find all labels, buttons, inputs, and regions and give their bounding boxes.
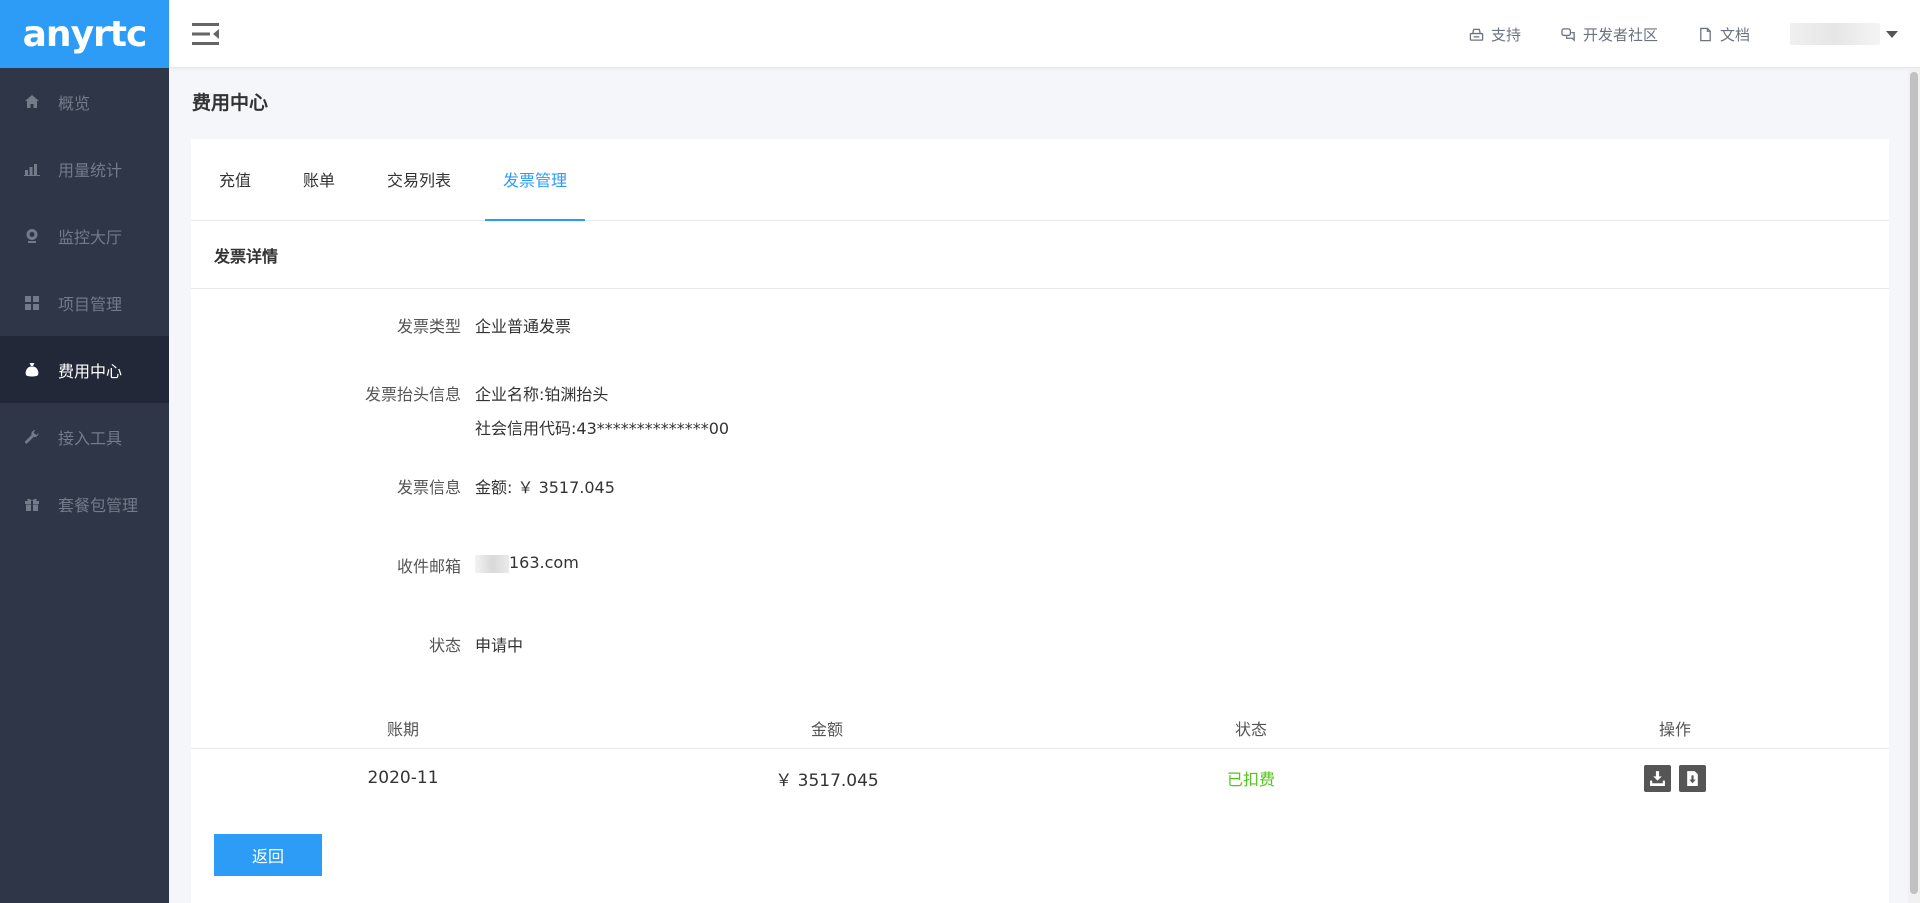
column-header-period: 账期 — [386, 720, 419, 739]
invoice-bills-table: 账期 金额 状态 操作 2020-11 ￥ 3517.045 已扣费 — [191, 708, 1889, 807]
gift-icon — [24, 496, 40, 512]
menu-toggle-icon[interactable] — [191, 20, 221, 48]
column-header-amount: 金额 — [810, 720, 843, 739]
table-row: 2020-11 ￥ 3517.045 已扣费 — [191, 749, 1889, 807]
logo-text: anyrtc — [22, 13, 148, 55]
download-icon — [1650, 770, 1665, 786]
bar-chart-icon — [24, 161, 40, 177]
header-link-label: 开发者社区 — [1582, 25, 1658, 44]
sidebar-nav: 概览 用量统计 监控大厅 项目管理 费用中心 接入工具 套餐包管理 — [0, 68, 169, 537]
file-download-icon — [1687, 770, 1698, 786]
money-bag-icon — [24, 362, 40, 378]
invoice-info-label: 发票信息 — [396, 478, 461, 497]
cell-status: 已扣费 — [1226, 770, 1275, 789]
tab-recharge[interactable]: 充值 — [201, 138, 269, 220]
email-domain: 163.com — [509, 553, 579, 572]
column-header-actions: 操作 — [1658, 720, 1691, 739]
page-title: 费用中心 — [192, 92, 269, 114]
invoice-type-value: 企业普通发票 — [475, 317, 572, 336]
sidebar-item-label: 监控大厅 — [58, 227, 123, 247]
header-link-support[interactable]: 支持 — [1469, 24, 1521, 45]
sidebar-item-monitor[interactable]: 监控大厅 — [0, 202, 169, 269]
invoice-amount-value: 金额: ￥ 3517.045 — [475, 478, 615, 497]
grid-icon — [24, 295, 40, 311]
sidebar-item-label: 项目管理 — [58, 294, 123, 314]
header-links: 支持 开发者社区 文档 — [1469, 0, 1898, 68]
user-account-name[interactable] — [1790, 23, 1880, 45]
home-icon — [24, 94, 40, 110]
back-button[interactable]: 返回 — [214, 834, 322, 876]
tab-transactions[interactable]: 交易列表 — [369, 138, 469, 220]
header-link-label: 文档 — [1719, 25, 1750, 44]
wrench-icon — [24, 429, 40, 445]
invoice-status-value: 申请中 — [475, 636, 524, 655]
download-button[interactable] — [1644, 764, 1671, 792]
sidebar-item-projects[interactable]: 项目管理 — [0, 269, 169, 336]
sidebar-item-overview[interactable]: 概览 — [0, 68, 169, 135]
invoice-section-title: 发票详情 — [191, 221, 1889, 289]
brand-logo[interactable]: anyrtc — [0, 0, 169, 68]
sidebar-item-label: 套餐包管理 — [58, 495, 139, 515]
table-header: 账期 金额 状态 操作 — [191, 708, 1889, 749]
cell-actions — [1463, 764, 1887, 792]
tab-bills[interactable]: 账单 — [285, 138, 353, 220]
sidebar: anyrtc 概览 用量统计 监控大厅 项目管理 费用中心 接入工具 套餐包管理 — [0, 0, 169, 903]
webcam-icon — [24, 228, 40, 244]
content-card: 充值 账单 交易列表 发票管理 发票详情 发票类型 企业普通发票 发票抬头信息 … — [191, 139, 1889, 903]
column-header-status: 状态 — [1234, 720, 1267, 739]
credit-code-value: 社会信用代码:43**************00 — [475, 419, 730, 438]
sidebar-item-packages[interactable]: 套餐包管理 — [0, 470, 169, 537]
tab-invoices[interactable]: 发票管理 — [485, 138, 586, 221]
company-name-value: 企业名称:铂渊抬头 — [475, 385, 609, 404]
invoice-header-label: 发票抬头信息 — [364, 385, 461, 404]
cell-amount: ￥ 3517.045 — [775, 770, 879, 791]
invoice-details: 发票类型 企业普通发票 发票抬头信息 企业名称:铂渊抬头 社会信用代码:43**… — [191, 289, 1889, 699]
sidebar-item-tools[interactable]: 接入工具 — [0, 403, 169, 470]
top-header: 支持 开发者社区 文档 — [169, 0, 1920, 68]
billing-tabs: 充值 账单 交易列表 发票管理 — [191, 139, 1889, 221]
sidebar-item-billing[interactable]: 费用中心 — [0, 336, 169, 403]
header-link-community[interactable]: 开发者社区 — [1561, 24, 1658, 45]
invoice-email-label: 收件邮箱 — [396, 557, 461, 576]
document-icon — [1700, 27, 1711, 41]
page-scrollbar[interactable] — [1908, 68, 1920, 903]
chevron-down-icon[interactable] — [1886, 30, 1898, 38]
download-file-button[interactable] — [1679, 764, 1706, 792]
chat-icon — [1561, 27, 1575, 42]
invoice-type-label: 发票类型 — [396, 317, 461, 336]
support-icon — [1469, 28, 1484, 41]
cell-period: 2020-11 — [367, 768, 439, 788]
sidebar-item-label: 用量统计 — [58, 160, 123, 180]
scrollbar-thumb[interactable] — [1910, 72, 1918, 894]
sidebar-item-usage[interactable]: 用量统计 — [0, 135, 169, 202]
sidebar-item-label: 费用中心 — [58, 361, 123, 381]
header-link-docs[interactable]: 文档 — [1698, 24, 1750, 45]
header-link-label: 支持 — [1490, 25, 1521, 44]
invoice-email-value: 163.com — [475, 553, 579, 573]
sidebar-item-label: 概览 — [58, 93, 91, 113]
sidebar-item-label: 接入工具 — [58, 428, 123, 448]
redacted-email-prefix — [475, 554, 509, 573]
invoice-status-label: 状态 — [428, 636, 461, 655]
